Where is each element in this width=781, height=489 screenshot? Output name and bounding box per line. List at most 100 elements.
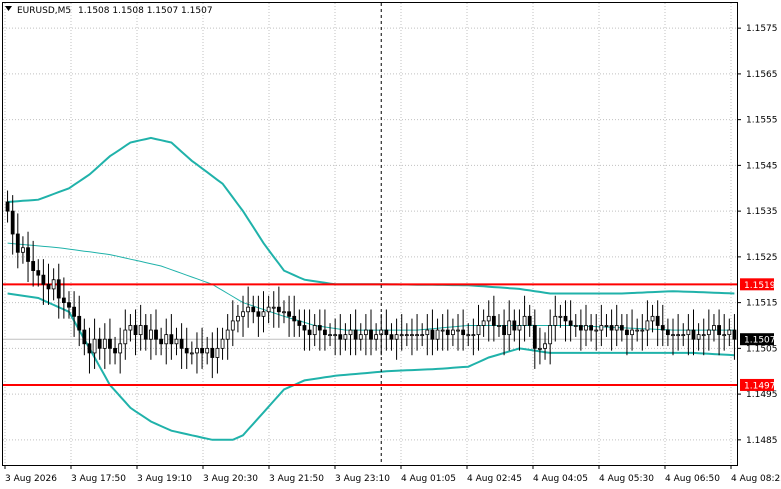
y-tick-label: 1.1535 bbox=[746, 207, 778, 217]
candle-body bbox=[241, 311, 245, 317]
y-tick-label: 1.1525 bbox=[746, 253, 778, 263]
candle-body bbox=[589, 325, 594, 331]
candle-body bbox=[660, 325, 665, 331]
y-tick-label: 1.1575 bbox=[746, 24, 778, 34]
candle-body bbox=[261, 311, 266, 317]
candle-body bbox=[108, 338, 112, 349]
candle-body bbox=[92, 338, 97, 354]
candle-body bbox=[41, 274, 46, 285]
candle-body bbox=[225, 329, 230, 340]
candle-body bbox=[404, 334, 409, 337]
candle-body bbox=[97, 338, 102, 349]
candle-body bbox=[548, 325, 553, 345]
candle-body bbox=[466, 334, 471, 337]
candle-body bbox=[491, 315, 496, 326]
candle-body bbox=[15, 233, 20, 253]
price-tags: 1.1519 1.1497 1.1507 bbox=[740, 278, 776, 391]
candle-body bbox=[374, 334, 379, 340]
candle-body bbox=[363, 329, 368, 336]
x-tick-label: 3 Aug 19:10 bbox=[137, 474, 192, 484]
candle-body bbox=[553, 315, 558, 326]
candle-body bbox=[251, 306, 256, 313]
candle-body bbox=[635, 329, 640, 332]
candle-body bbox=[297, 320, 302, 326]
dropdown-triangle-icon[interactable] bbox=[5, 6, 12, 11]
candle-body bbox=[220, 338, 225, 349]
candle-body bbox=[287, 311, 291, 317]
candle-body bbox=[230, 320, 235, 331]
candle-body bbox=[430, 329, 435, 340]
candle-body bbox=[123, 329, 128, 345]
candle-body bbox=[328, 334, 332, 337]
candle-body bbox=[717, 325, 721, 336]
candle-body bbox=[655, 315, 660, 326]
candle-body bbox=[671, 334, 675, 337]
candle-body bbox=[594, 329, 599, 332]
candle-body bbox=[31, 261, 36, 271]
candle-body bbox=[456, 329, 460, 332]
candle-body bbox=[665, 329, 670, 336]
candle-body bbox=[348, 329, 353, 336]
candle-body bbox=[236, 315, 240, 322]
candle-body bbox=[189, 352, 194, 355]
upper-band-line bbox=[7, 136, 735, 295]
candle-body bbox=[169, 334, 174, 345]
candle-body bbox=[246, 306, 251, 313]
candle-body bbox=[87, 343, 92, 354]
candle-body bbox=[614, 325, 619, 331]
x-tick-label: 4 Aug 01:05 bbox=[401, 474, 456, 484]
level-price-tag-label: 1.1519 bbox=[744, 281, 776, 291]
x-tick-label: 4 Aug 04:05 bbox=[533, 474, 588, 484]
candle-body bbox=[497, 325, 501, 327]
y-tick-label: 1.1545 bbox=[746, 161, 778, 171]
candle-body bbox=[164, 334, 169, 345]
candle-body bbox=[425, 329, 430, 336]
x-tick-label: 4 Aug 02:45 bbox=[467, 474, 522, 484]
candle-body bbox=[604, 325, 609, 327]
y-tick-label: 1.1495 bbox=[746, 390, 778, 400]
y-tick-label: 1.1485 bbox=[746, 436, 778, 446]
candle-body bbox=[82, 329, 87, 345]
candle-body bbox=[415, 334, 419, 337]
candle-body bbox=[650, 315, 655, 322]
candle-body bbox=[584, 325, 588, 331]
candle-body bbox=[712, 325, 716, 331]
y-tick-label: 1.1505 bbox=[746, 344, 778, 354]
candle-body bbox=[676, 334, 681, 337]
candle-body bbox=[333, 334, 338, 337]
candle-body bbox=[573, 325, 578, 327]
x-tick-label: 3 Aug 20:30 bbox=[203, 474, 258, 484]
candle-body bbox=[732, 329, 737, 340]
candle-body bbox=[113, 347, 117, 354]
candle-body bbox=[568, 320, 573, 326]
candle-body bbox=[307, 329, 312, 336]
candle-body bbox=[184, 347, 189, 354]
candle-body bbox=[77, 315, 82, 331]
candle-body bbox=[61, 297, 66, 304]
candle-body bbox=[312, 325, 317, 336]
candle-body bbox=[440, 329, 445, 332]
y-tick-label: 1.1515 bbox=[746, 299, 778, 309]
candle-body bbox=[471, 334, 476, 337]
plot-border bbox=[2, 2, 738, 466]
x-tick-label: 4 Aug 06:50 bbox=[665, 474, 720, 484]
y-tick-label: 1.1555 bbox=[746, 116, 778, 126]
candle-body bbox=[389, 334, 394, 340]
candle-body bbox=[527, 315, 532, 326]
candle-body bbox=[696, 334, 701, 340]
candle-body bbox=[138, 325, 143, 336]
candle-body bbox=[640, 329, 645, 332]
x-tick-label: 3 Aug 17:50 bbox=[71, 474, 126, 484]
candle-body bbox=[645, 320, 650, 331]
y-tick-label: 1.1565 bbox=[746, 70, 778, 80]
candle-body bbox=[599, 325, 604, 331]
candle-body bbox=[706, 329, 711, 336]
price-chart[interactable]: 1.1575 1.1565 1.1555 1.1545 1.1535 1.1525 1.15… bbox=[0, 0, 781, 489]
candle-body bbox=[507, 320, 512, 336]
candle-body bbox=[532, 325, 537, 349]
candle-body bbox=[353, 329, 358, 340]
candle-body bbox=[384, 329, 389, 336]
candle-body bbox=[420, 334, 425, 337]
x-tick-label: 3 Aug 21:50 bbox=[269, 474, 324, 484]
time-axis[interactable]: 3 Aug 2026 3 Aug 17:50 3 Aug 19:10 3 Aug 20… bbox=[4, 465, 781, 484]
